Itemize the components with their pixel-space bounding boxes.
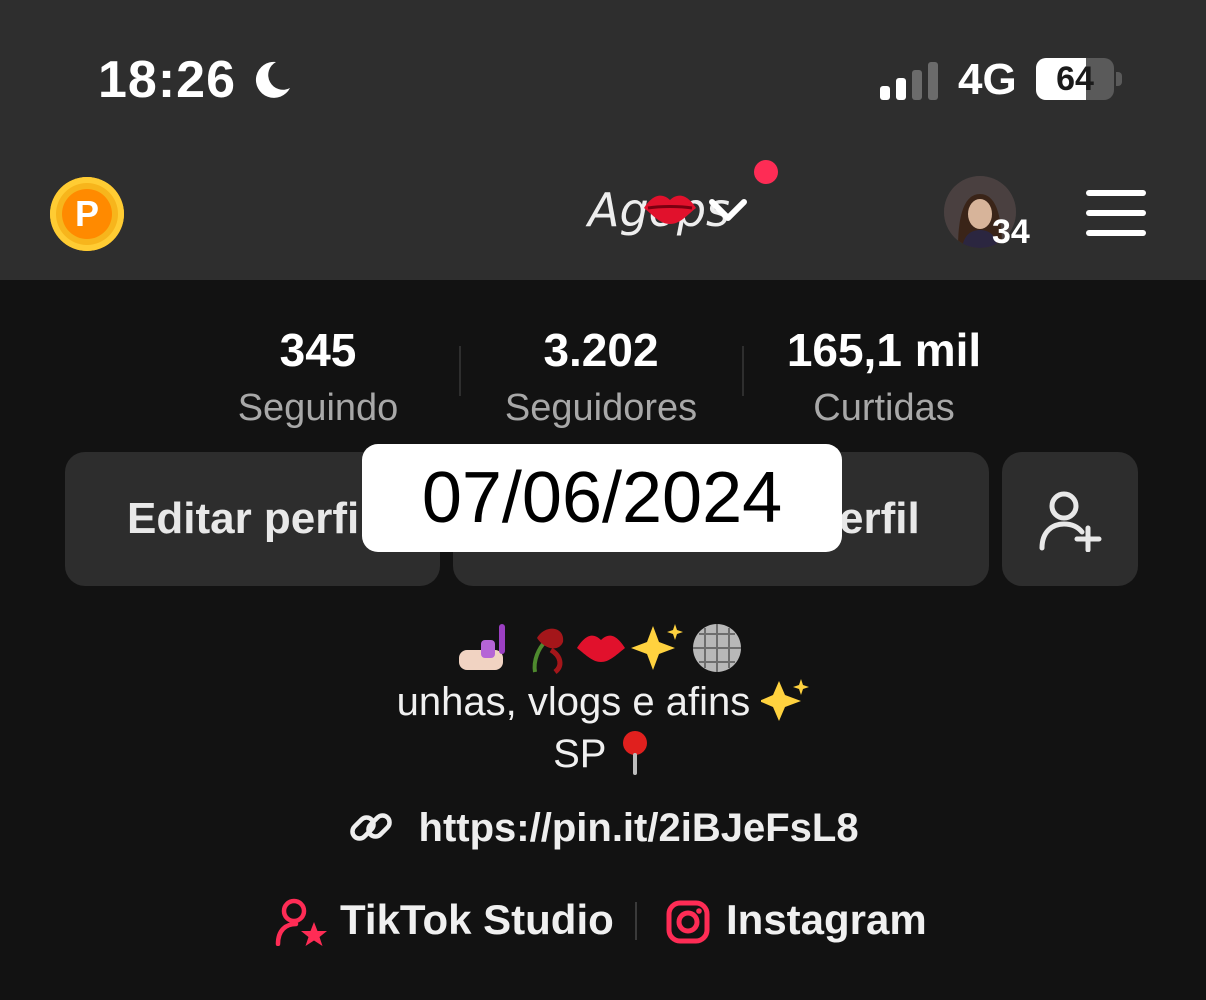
edit-profile-label: Editar perfi <box>127 494 360 543</box>
disco-ball-icon <box>693 624 741 672</box>
profile-link-text: https://pin.it/2iBJeFsL8 <box>418 806 859 850</box>
nail-polish-icon <box>459 624 505 670</box>
moon-icon <box>255 61 290 98</box>
date-overlay: 07/06/2024 <box>362 444 842 552</box>
avatar-badge-count: 34 <box>992 213 1030 251</box>
tiktok-studio-link[interactable]: TikTok Studio <box>340 892 614 948</box>
add-person-icon <box>1039 491 1102 552</box>
signal-icon <box>880 62 938 100</box>
kiss-lips-icon <box>644 195 696 224</box>
status-time: 18:26 <box>98 51 236 109</box>
bio-emoji-line <box>0 620 1206 676</box>
wilted-rose-icon <box>532 628 564 674</box>
followers-count: 3.202 <box>543 324 659 376</box>
kiss-lips-icon <box>577 635 625 662</box>
stat-divider <box>459 346 461 396</box>
network-type: 4G <box>958 55 1017 104</box>
stat-divider <box>742 346 744 396</box>
share-profile-label: erfil <box>839 494 920 543</box>
likes-label: Curtidas <box>813 387 955 429</box>
hamburger-menu-icon[interactable] <box>1086 190 1146 236</box>
sparkles-icon <box>631 624 683 670</box>
stat-likes[interactable]: 165,1 mil Curtidas <box>764 322 1004 436</box>
coin-p-icon: P <box>62 189 112 239</box>
battery-tip <box>1116 72 1122 86</box>
tiktok-studio-icon <box>275 898 327 946</box>
battery-icon: 64 <box>1036 58 1114 100</box>
stat-following[interactable]: 345 Seguindo <box>198 322 438 436</box>
link-divider <box>635 902 637 940</box>
coins-button[interactable]: P <box>50 177 124 251</box>
bio-emoji-row <box>459 624 741 674</box>
following-count: 345 <box>279 324 357 376</box>
sparkles-icon <box>759 679 810 721</box>
bio-text-3: SP <box>553 732 606 776</box>
instagram-icon <box>666 900 710 944</box>
following-label: Seguindo <box>237 387 399 429</box>
add-friend-button[interactable] <box>1002 452 1138 586</box>
likes-count: 165,1 mil <box>786 324 982 376</box>
battery-percent: 64 <box>1056 60 1094 98</box>
profile-link[interactable]: https://pin.it/2iBJeFsL8 <box>0 800 1206 856</box>
bottom-links-row: TikTok Studio Instagram <box>0 892 1206 952</box>
bio-line-3: SP <box>0 728 1206 780</box>
chevron-down-icon[interactable] <box>708 196 748 224</box>
stat-followers[interactable]: 3.202 Seguidores <box>481 322 721 436</box>
pushpin-icon <box>622 731 647 775</box>
link-chain-icon <box>350 813 393 841</box>
followers-label: Seguidores <box>504 387 698 429</box>
notification-dot <box>754 160 778 184</box>
bio-line-2: unhas, vlogs e afins <box>0 676 1206 728</box>
instagram-link[interactable]: Instagram <box>726 892 927 948</box>
bio-text-2: unhas, vlogs e afins <box>396 680 751 724</box>
